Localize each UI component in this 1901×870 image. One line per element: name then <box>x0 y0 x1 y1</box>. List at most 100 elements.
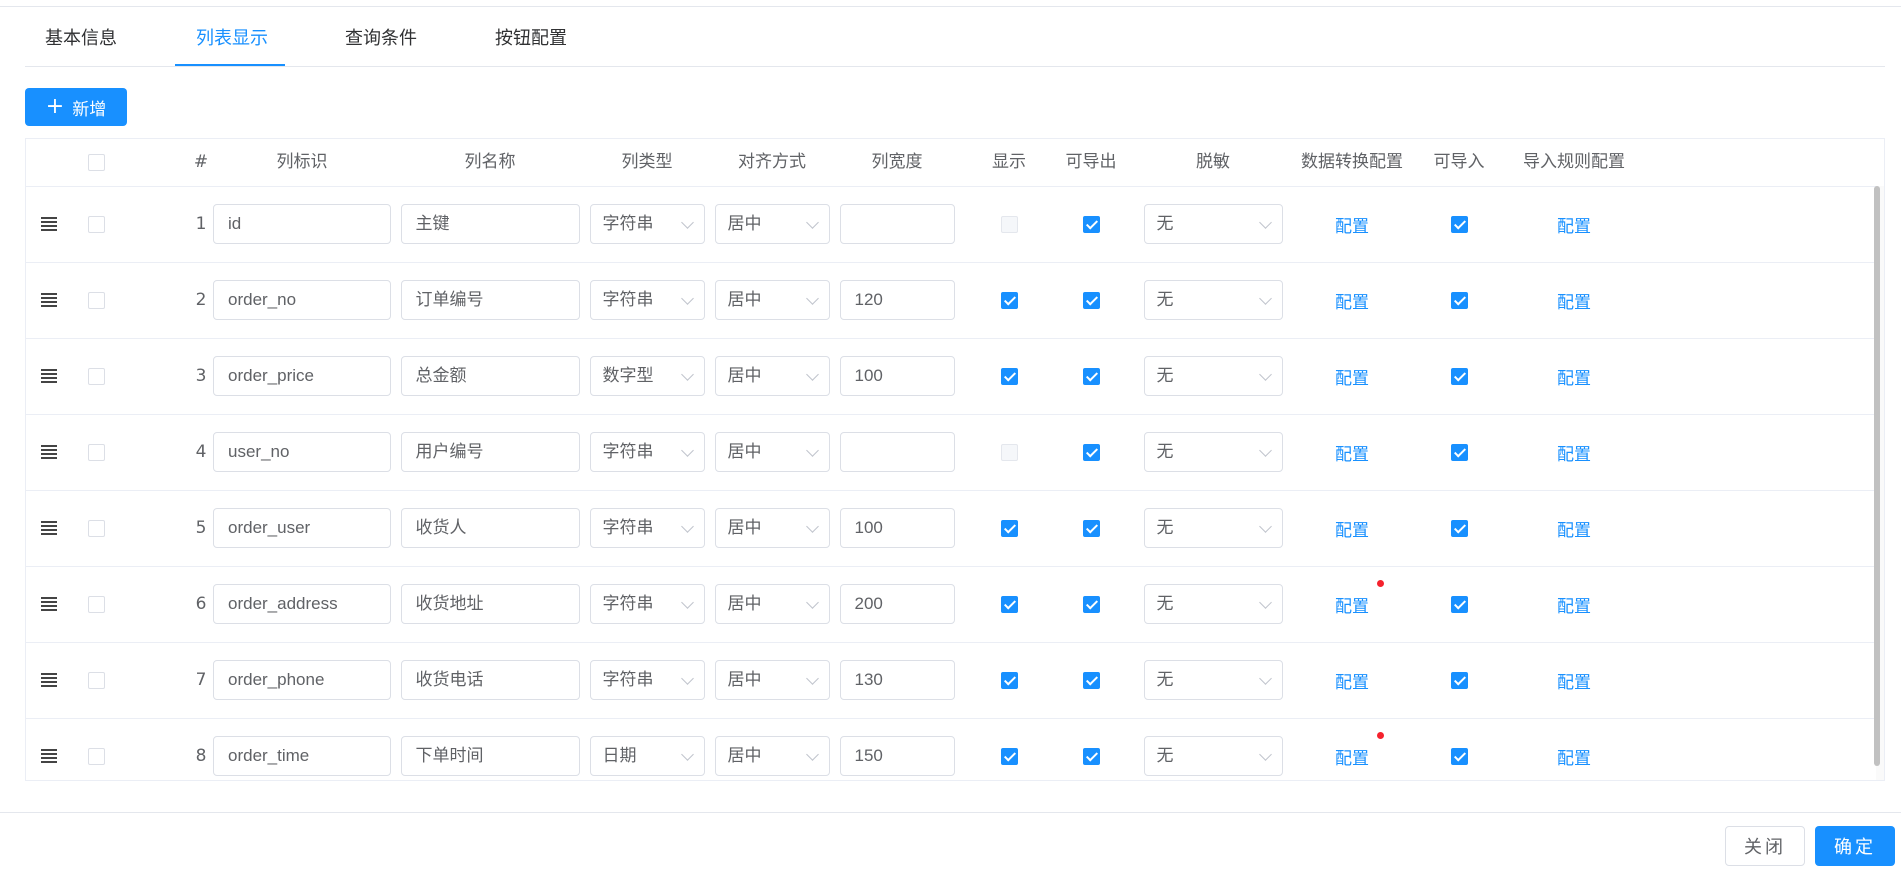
type-select[interactable]: 字符串 <box>589 660 705 700</box>
name-input[interactable]: 订单编号 <box>400 280 580 320</box>
name-input[interactable]: 收货电话 <box>400 660 580 700</box>
export-checkbox[interactable] <box>1082 215 1100 233</box>
align-select[interactable]: 居中 <box>714 584 830 624</box>
show-checkbox[interactable] <box>1000 519 1018 537</box>
mask-select[interactable]: 无 <box>1143 204 1283 244</box>
export-checkbox[interactable] <box>1082 671 1100 689</box>
field-input[interactable]: order_no <box>213 280 391 320</box>
type-select[interactable]: 日期 <box>589 736 705 776</box>
show-checkbox[interactable] <box>1000 215 1018 233</box>
tab-basic-info[interactable]: 基本信息 <box>45 7 117 65</box>
import-rule-config-link[interactable]: 配置 <box>1557 744 1591 769</box>
row-select-checkbox[interactable] <box>87 519 105 537</box>
mask-select[interactable]: 无 <box>1143 356 1283 396</box>
export-checkbox[interactable] <box>1082 367 1100 385</box>
drag-handle-icon[interactable] <box>40 369 57 383</box>
show-checkbox[interactable] <box>1000 747 1018 765</box>
name-input[interactable]: 收货地址 <box>400 584 580 624</box>
row-select-checkbox[interactable] <box>87 595 105 613</box>
type-select[interactable]: 字符串 <box>589 280 705 320</box>
import-rule-config-link[interactable]: 配置 <box>1557 592 1591 617</box>
align-select[interactable]: 居中 <box>714 204 830 244</box>
import-rule-config-link[interactable]: 配置 <box>1557 364 1591 389</box>
name-input[interactable]: 用户编号 <box>400 432 580 472</box>
type-select[interactable]: 字符串 <box>589 204 705 244</box>
drag-handle-icon[interactable] <box>40 597 57 611</box>
field-input[interactable]: order_price <box>213 356 391 396</box>
mask-select[interactable]: 无 <box>1143 584 1283 624</box>
import-checkbox[interactable] <box>1450 291 1468 309</box>
export-checkbox[interactable] <box>1082 747 1100 765</box>
width-input[interactable]: 100 <box>839 508 955 548</box>
import-rule-config-link[interactable]: 配置 <box>1557 440 1591 465</box>
import-checkbox[interactable] <box>1450 443 1468 461</box>
mask-select[interactable]: 无 <box>1143 508 1283 548</box>
width-input[interactable]: 200 <box>839 584 955 624</box>
width-input[interactable]: 150 <box>839 736 955 776</box>
field-input[interactable]: order_phone <box>213 660 391 700</box>
row-select-checkbox[interactable] <box>87 671 105 689</box>
add-button[interactable]: + 新增 <box>25 88 127 126</box>
drag-handle-icon[interactable] <box>40 445 57 459</box>
mask-select[interactable]: 无 <box>1143 660 1283 700</box>
tab-button-config[interactable]: 按钮配置 <box>495 7 567 65</box>
mask-select[interactable]: 无 <box>1143 280 1283 320</box>
row-select-checkbox[interactable] <box>87 291 105 309</box>
import-checkbox[interactable] <box>1450 747 1468 765</box>
convert-config-link[interactable]: 配置 <box>1335 731 1384 769</box>
confirm-button[interactable]: 确定 <box>1815 826 1895 866</box>
import-checkbox[interactable] <box>1450 671 1468 689</box>
drag-handle-icon[interactable] <box>40 749 57 763</box>
convert-config-link[interactable]: 配置 <box>1335 516 1369 541</box>
convert-config-link[interactable]: 配置 <box>1335 668 1369 693</box>
mask-select[interactable]: 无 <box>1143 736 1283 776</box>
show-checkbox[interactable] <box>1000 595 1018 613</box>
row-select-checkbox[interactable] <box>87 215 105 233</box>
row-select-checkbox[interactable] <box>87 443 105 461</box>
convert-config-link[interactable]: 配置 <box>1335 288 1369 313</box>
drag-handle-icon[interactable] <box>40 673 57 687</box>
show-checkbox[interactable] <box>1000 291 1018 309</box>
row-select-checkbox[interactable] <box>87 367 105 385</box>
align-select[interactable]: 居中 <box>714 508 830 548</box>
width-input[interactable]: 120 <box>839 280 955 320</box>
field-input[interactable]: order_address <box>213 584 391 624</box>
type-select[interactable]: 数字型 <box>589 356 705 396</box>
width-input[interactable] <box>839 432 955 472</box>
import-rule-config-link[interactable]: 配置 <box>1557 668 1591 693</box>
import-rule-config-link[interactable]: 配置 <box>1557 288 1591 313</box>
width-input[interactable]: 130 <box>839 660 955 700</box>
import-checkbox[interactable] <box>1450 595 1468 613</box>
mask-select[interactable]: 无 <box>1143 432 1283 472</box>
convert-config-link[interactable]: 配置 <box>1335 440 1369 465</box>
export-checkbox[interactable] <box>1082 291 1100 309</box>
drag-handle-icon[interactable] <box>40 293 57 307</box>
name-input[interactable]: 收货人 <box>400 508 580 548</box>
field-input[interactable]: id <box>213 204 391 244</box>
name-input[interactable]: 下单时间 <box>400 736 580 776</box>
import-checkbox[interactable] <box>1450 519 1468 537</box>
import-checkbox[interactable] <box>1450 367 1468 385</box>
show-checkbox[interactable] <box>1000 671 1018 689</box>
width-input[interactable] <box>839 204 955 244</box>
width-input[interactable]: 100 <box>839 356 955 396</box>
name-input[interactable]: 总金额 <box>400 356 580 396</box>
field-input[interactable]: order_user <box>213 508 391 548</box>
tab-list-display[interactable]: 列表显示 <box>196 7 268 65</box>
close-button[interactable]: 关闭 <box>1725 826 1805 866</box>
row-select-checkbox[interactable] <box>87 747 105 765</box>
type-select[interactable]: 字符串 <box>589 508 705 548</box>
type-select[interactable]: 字符串 <box>589 432 705 472</box>
align-select[interactable]: 居中 <box>714 736 830 776</box>
convert-config-link[interactable]: 配置 <box>1335 579 1384 617</box>
tab-query-conditions[interactable]: 查询条件 <box>345 7 417 65</box>
type-select[interactable]: 字符串 <box>589 584 705 624</box>
import-checkbox[interactable] <box>1450 215 1468 233</box>
align-select[interactable]: 居中 <box>714 356 830 396</box>
show-checkbox[interactable] <box>1000 367 1018 385</box>
convert-config-link[interactable]: 配置 <box>1335 212 1369 237</box>
select-all-checkbox[interactable] <box>87 154 105 171</box>
import-rule-config-link[interactable]: 配置 <box>1557 516 1591 541</box>
field-input[interactable]: user_no <box>213 432 391 472</box>
convert-config-link[interactable]: 配置 <box>1335 364 1369 389</box>
